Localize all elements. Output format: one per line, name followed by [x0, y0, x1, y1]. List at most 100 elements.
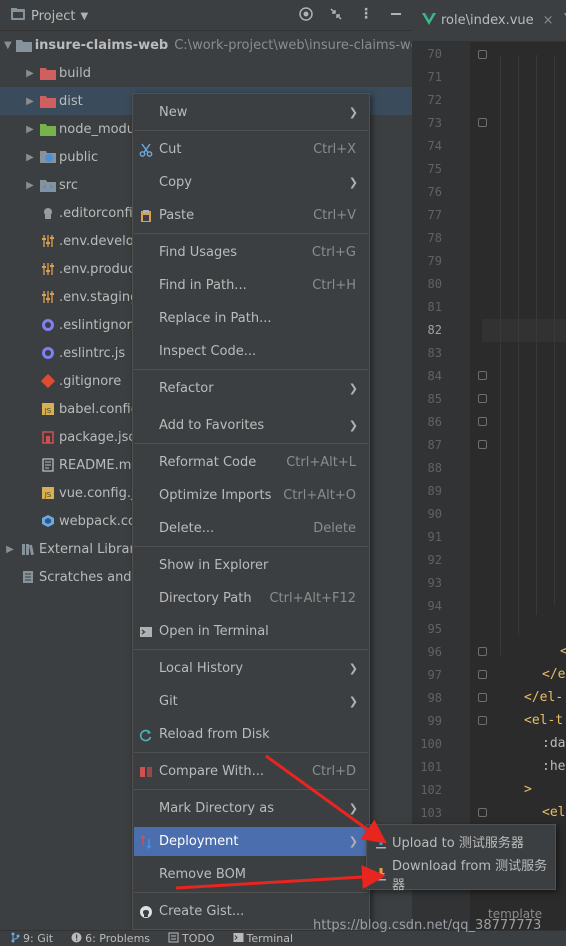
fold-marker-icon[interactable] — [478, 440, 487, 449]
chevron-right-icon[interactable]: ▶ — [24, 180, 36, 191]
tree-item-label: .eslintrc.js — [59, 345, 126, 361]
menu-item-remove-bom[interactable]: Remove BOM — [134, 860, 368, 889]
menu-item-label: Directory Path — [159, 591, 252, 606]
tab-second[interactable] — [554, 12, 566, 29]
upload-icon — [374, 835, 388, 849]
menu-item-replace-in-path[interactable]: Replace in Path... — [134, 304, 368, 333]
fold-marker-icon[interactable] — [478, 394, 487, 403]
close-icon[interactable]: × — [543, 13, 554, 28]
menu-item-refactor[interactable]: Refactor ❯ — [134, 374, 368, 403]
menu-item-open-in-terminal[interactable]: Open in Terminal — [134, 617, 368, 646]
chevron-right-icon: ❯ — [348, 106, 358, 119]
menu-item-find-in-path[interactable]: Find in Path... Ctrl+H — [134, 271, 368, 300]
menu-separator — [134, 752, 368, 753]
code-line-99: <el-t — [524, 713, 564, 728]
code-attr: :da — [542, 736, 566, 751]
download-menu-item[interactable]: Download from 测试服务器 — [368, 858, 554, 893]
code-line-102: > — [524, 782, 532, 797]
menu-item-git[interactable]: Git ❯ — [134, 687, 368, 716]
menu-item-delete[interactable]: Delete... Delete — [134, 514, 368, 543]
menu-item-local-history[interactable]: Local History ❯ — [134, 654, 368, 683]
menu-separator — [134, 546, 368, 547]
menu-item-compare-with[interactable]: Compare With... Ctrl+D — [134, 757, 368, 786]
folder-source-icon — [40, 177, 56, 193]
chevron-down-icon[interactable]: ▼ — [4, 40, 12, 51]
menu-item-inspect-code[interactable]: Inspect Code... — [134, 337, 368, 366]
menu-item-optimize-imports[interactable]: Optimize Imports Ctrl+Alt+O — [134, 481, 368, 510]
chevron-right-icon[interactable]: ▶ — [24, 96, 36, 107]
collapse-all-icon[interactable] — [328, 6, 344, 22]
tree-item-root[interactable]: ▼ insure-claims-web C:\work-project\web\… — [0, 31, 412, 59]
upload-menu-item[interactable]: Upload to 测试服务器 — [368, 826, 554, 857]
menu-item-label: Deployment — [159, 834, 239, 849]
chevron-right-icon: ❯ — [348, 695, 358, 708]
folder-web-icon — [40, 149, 56, 165]
line-number: 79 — [427, 254, 442, 268]
chevron-right-icon[interactable]: ▶ — [4, 544, 16, 555]
git-file-icon — [40, 373, 56, 389]
menu-item-show-in-explorer[interactable]: Show in Explorer — [134, 551, 368, 580]
menu-item-cut[interactable]: Cut Ctrl+X — [134, 135, 368, 164]
webpack-icon — [40, 513, 56, 529]
eslint-icon — [40, 317, 56, 333]
menu-item-copy[interactable]: Copy ❯ — [134, 168, 368, 197]
minimize-icon[interactable] — [388, 6, 404, 22]
tree-item-label: vue.config.js — [59, 485, 142, 501]
menu-separator — [134, 443, 368, 444]
line-number: 103 — [420, 806, 442, 820]
menu-item-find-usages[interactable]: Find Usages Ctrl+G — [134, 238, 368, 267]
status-git-label: 9: Git — [23, 932, 54, 945]
menu-item-deployment[interactable]: Deployment ❯ — [134, 827, 368, 856]
tab-role-index-vue[interactable]: role\index.vue × — [412, 12, 554, 29]
svg-text:JS: JS — [44, 407, 52, 415]
menu-item-label: Local History — [159, 661, 244, 676]
status-problems-label: 6: Problems — [85, 932, 151, 945]
fold-marker-icon[interactable] — [478, 716, 487, 725]
library-icon — [20, 541, 36, 557]
line-number: 88 — [427, 461, 442, 475]
menu-item-add-to-favorites[interactable]: Add to Favorites ❯ — [134, 411, 368, 440]
upload-label: Upload to 测试服务器 — [392, 836, 524, 851]
tree-item-build[interactable]: ▶ build — [0, 59, 412, 87]
indent-guide — [536, 55, 537, 615]
editor-tab-bar: role\index.vue × — [412, 0, 566, 42]
project-view-selector[interactable]: Project ▼ — [10, 7, 88, 25]
status-terminal-button[interactable]: Terminal — [233, 932, 293, 946]
menu-item-new[interactable]: New ❯ — [134, 98, 368, 127]
fold-marker-icon[interactable] — [478, 693, 487, 702]
fold-marker-icon[interactable] — [478, 647, 487, 656]
fold-marker-icon[interactable] — [478, 118, 487, 127]
more-options-icon[interactable]: ⋮ — [358, 6, 374, 22]
status-git-button[interactable]: 9: Git — [10, 932, 53, 946]
code-line-103: <el — [542, 805, 566, 820]
fold-marker-icon[interactable] — [478, 808, 487, 817]
status-problems-button[interactable]: 6: Problems — [71, 932, 150, 946]
line-number: 102 — [420, 783, 442, 797]
fold-marker-icon[interactable] — [478, 371, 487, 380]
line-number: 80 — [427, 277, 442, 291]
fold-marker-icon[interactable] — [478, 417, 487, 426]
status-todo-button[interactable]: TODO — [168, 932, 215, 946]
menu-item-reload-from-disk[interactable]: Reload from Disk — [134, 720, 368, 749]
line-number: 97 — [427, 668, 442, 682]
menu-item-directory-path[interactable]: Directory Path Ctrl+Alt+F12 — [134, 584, 368, 613]
settings-file-icon — [40, 289, 56, 305]
fold-marker-icon[interactable] — [478, 50, 487, 59]
menu-item-label: Delete... — [159, 521, 215, 536]
indent-guide — [554, 55, 555, 605]
line-number: 70 — [427, 47, 442, 61]
line-number: 90 — [427, 507, 442, 521]
indent-guide — [518, 55, 519, 635]
menu-item-paste[interactable]: Paste Ctrl+V — [134, 201, 368, 230]
chevron-right-icon[interactable]: ▶ — [24, 124, 36, 135]
chevron-right-icon[interactable]: ▶ — [24, 68, 36, 79]
menu-separator — [134, 130, 368, 131]
chevron-right-icon[interactable]: ▶ — [24, 152, 36, 163]
tree-item-label: .env.staging — [59, 289, 139, 305]
menu-item-mark-directory-as[interactable]: Mark Directory as ❯ — [134, 794, 368, 823]
menu-item-reformat-code[interactable]: Reformat Code Ctrl+Alt+L — [134, 448, 368, 477]
fold-marker-icon[interactable] — [478, 670, 487, 679]
locate-icon[interactable] — [298, 6, 314, 22]
line-number: 96 — [427, 645, 442, 659]
line-number: 72 — [427, 93, 442, 107]
